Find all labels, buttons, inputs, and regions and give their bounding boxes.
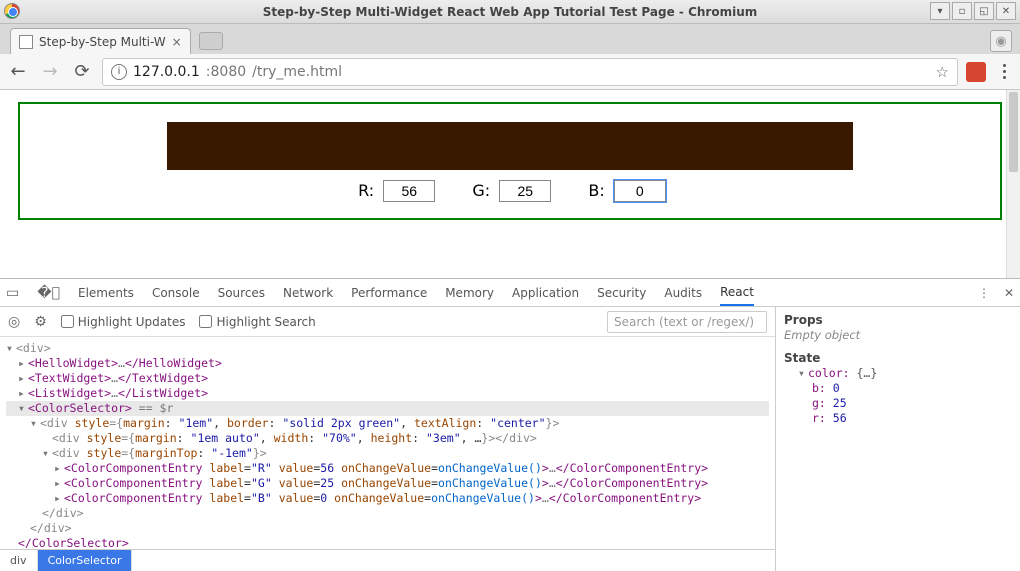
tab-audits[interactable]: Audits: [664, 286, 702, 300]
highlight-updates-checkbox[interactable]: Highlight Updates: [61, 315, 186, 329]
highlight-search-checkbox[interactable]: Highlight Search: [199, 315, 315, 329]
label-r: R:: [358, 181, 374, 200]
tab-elements[interactable]: Elements: [78, 286, 134, 300]
vertical-scrollbar[interactable]: [1006, 90, 1020, 278]
tab-sources[interactable]: Sources: [218, 286, 265, 300]
react-search-input[interactable]: Search (text or /regex/): [607, 311, 767, 333]
label-g: G:: [472, 181, 490, 200]
new-tab-button[interactable]: [199, 32, 223, 50]
input-b[interactable]: [614, 180, 666, 202]
browser-menu-button[interactable]: [994, 64, 1014, 79]
tab-react[interactable]: React: [720, 285, 754, 306]
device-toolbar-icon[interactable]: �⃞: [37, 285, 60, 301]
target-icon[interactable]: ◎: [8, 314, 20, 330]
state-r-row[interactable]: r: 56: [784, 411, 1012, 426]
reload-button[interactable]: ⟳: [70, 60, 94, 84]
browser-tab[interactable]: Step-by-Step Multi-W ×: [10, 28, 191, 54]
react-breadcrumb: div ColorSelector: [0, 549, 775, 571]
tab-network[interactable]: Network: [283, 286, 333, 300]
window-titlebar: Step-by-Step Multi-Widget React Web App …: [0, 0, 1020, 24]
tab-application[interactable]: Application: [512, 286, 579, 300]
window-close-button[interactable]: ✕: [996, 2, 1016, 20]
bookmark-star-icon[interactable]: ☆: [936, 63, 949, 81]
rgb-controls: R: G: B:: [20, 180, 1000, 202]
props-header: Props: [784, 313, 1012, 328]
react-devtools-toolbar: ◎ ⚙ Highlight Updates Highlight Search S…: [0, 307, 775, 337]
tab-security[interactable]: Security: [597, 286, 646, 300]
chromium-logo-icon: [4, 3, 20, 19]
devtools-close-icon[interactable]: ✕: [1004, 286, 1014, 300]
url-path: /try_me.html: [252, 64, 342, 80]
tree-selected-node[interactable]: ▾<ColorSelector> == $r: [6, 401, 769, 416]
inspect-element-icon[interactable]: ▭: [6, 285, 19, 301]
devtools-panel: ▭ �⃞ Elements Console Sources Network Pe…: [0, 278, 1020, 571]
props-empty: Empty object: [784, 328, 1012, 343]
browser-tabstrip: Step-by-Step Multi-W × ◉: [0, 24, 1020, 54]
react-component-tree[interactable]: ▾<div>▸<HelloWidget>…</HelloWidget>▸<Tex…: [0, 337, 775, 549]
window-title: Step-by-Step Multi-Widget React Web App …: [263, 5, 758, 19]
state-b-row[interactable]: b: 0: [784, 381, 1012, 396]
page-favicon-icon: [19, 35, 33, 49]
address-bar[interactable]: i 127.0.0.1 :8080/try_me.html ☆: [102, 58, 958, 86]
state-color-row[interactable]: ▾color: {…}: [784, 366, 1012, 381]
profile-avatar-button[interactable]: ◉: [990, 30, 1012, 52]
tab-performance[interactable]: Performance: [351, 286, 427, 300]
devtools-menu-icon[interactable]: ⋮: [978, 286, 990, 300]
url-host: 127.0.0.1: [133, 64, 200, 80]
forward-button[interactable]: →: [38, 60, 62, 84]
window-minimize-button[interactable]: ▾: [930, 2, 950, 20]
window-maximize-button[interactable]: ▫: [952, 2, 972, 20]
state-header: State: [784, 351, 1012, 366]
settings-gear-icon[interactable]: ⚙: [34, 314, 47, 330]
site-info-icon[interactable]: i: [111, 64, 127, 80]
input-g[interactable]: [499, 180, 551, 202]
color-preview-bar: [167, 122, 853, 170]
crumb-div[interactable]: div: [0, 550, 38, 571]
tab-title: Step-by-Step Multi-W: [39, 35, 166, 49]
input-r[interactable]: [383, 180, 435, 202]
url-port: :8080: [206, 64, 246, 80]
back-button[interactable]: ←: [6, 60, 30, 84]
label-b: B:: [588, 181, 604, 200]
window-restore-button[interactable]: ◱: [974, 2, 994, 20]
crumb-colorselector[interactable]: ColorSelector: [38, 550, 133, 571]
state-g-row[interactable]: g: 25: [784, 396, 1012, 411]
scrollbar-thumb[interactable]: [1009, 92, 1018, 172]
react-side-panel: Props Empty object State ▾color: {…} b: …: [775, 307, 1020, 571]
color-selector-widget: R: G: B:: [18, 102, 1002, 220]
tab-memory[interactable]: Memory: [445, 286, 494, 300]
browser-toolbar: ← → ⟳ i 127.0.0.1 :8080/try_me.html ☆: [0, 54, 1020, 90]
tab-close-icon[interactable]: ×: [172, 35, 182, 49]
tab-console[interactable]: Console: [152, 286, 200, 300]
extension-icon[interactable]: [966, 62, 986, 82]
devtools-tabbar: ▭ �⃞ Elements Console Sources Network Pe…: [0, 279, 1020, 307]
page-viewport: R: G: B:: [0, 90, 1020, 278]
